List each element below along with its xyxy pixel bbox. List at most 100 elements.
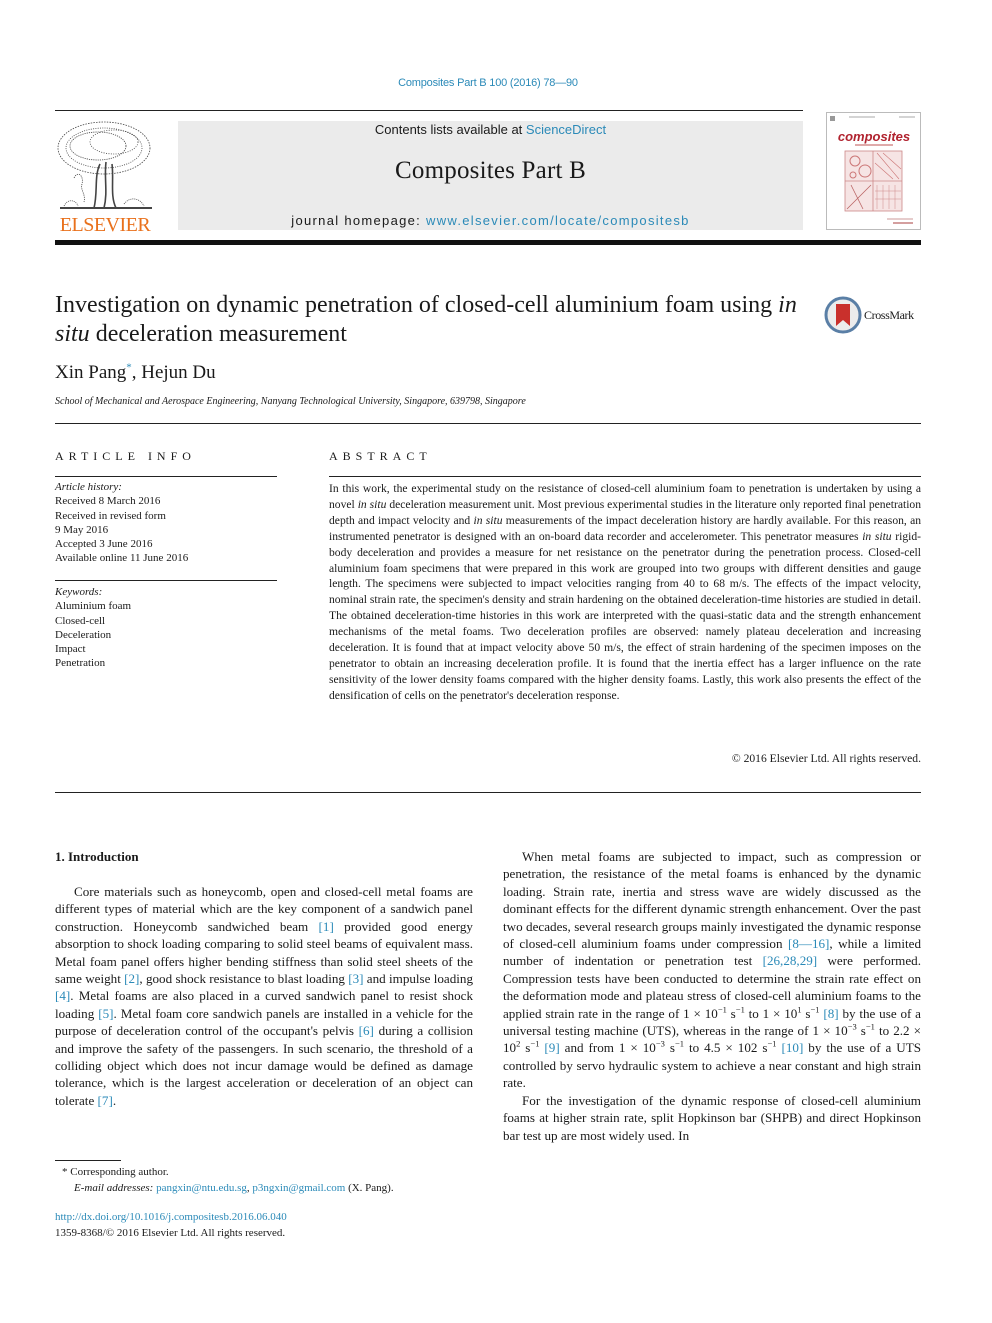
history-item: Received 8 March 2016 bbox=[55, 495, 161, 508]
abstract-italic: in situ bbox=[473, 513, 503, 527]
citation-link[interactable]: [26,28,29] bbox=[763, 953, 818, 968]
abstract-italic: in situ bbox=[862, 529, 892, 543]
header-top-rule bbox=[55, 110, 803, 111]
keywords: Keywords: Aluminium foam Closed-cell Dec… bbox=[55, 585, 277, 671]
history-item: 9 May 2016 bbox=[55, 523, 109, 536]
section-heading-introduction: 1. Introduction bbox=[55, 849, 139, 864]
abstract-italic: in situ bbox=[357, 497, 387, 511]
text: and from 1 × 10 bbox=[559, 1040, 656, 1056]
article-history-label: Article history: bbox=[55, 481, 122, 493]
citation-link[interactable]: [3] bbox=[348, 971, 363, 986]
citation-link[interactable]: [8—16] bbox=[788, 936, 829, 951]
keywords-label: Keywords: bbox=[55, 586, 103, 598]
text: s bbox=[856, 1023, 866, 1039]
keyword-item: Deceleration bbox=[55, 628, 112, 641]
abstract-heading: ABSTRACT bbox=[329, 449, 432, 463]
citation-link[interactable]: [7] bbox=[98, 1093, 113, 1108]
issn-copyright: 1359-8368/© 2016 Elsevier Ltd. All right… bbox=[55, 1226, 286, 1239]
divider bbox=[55, 792, 921, 793]
keyword-item: Aluminium foam bbox=[55, 600, 132, 613]
homepage-link[interactable]: www.elsevier.com/locate/compositesb bbox=[426, 213, 690, 228]
author-name[interactable]: Hejun Du bbox=[141, 362, 215, 383]
text: . bbox=[112, 1092, 117, 1108]
journal-cover-thumbnail[interactable]: composites bbox=[826, 112, 921, 230]
paragraph: For the investigation of the dynamic res… bbox=[503, 1092, 921, 1143]
exponent: −1 bbox=[865, 1021, 875, 1032]
exponent: −1 bbox=[674, 1039, 685, 1050]
journal-name: Composites Part B bbox=[395, 157, 586, 184]
article-title: Investigation on dynamic penetration of … bbox=[55, 291, 815, 349]
crossmark-label: CrossMark bbox=[864, 308, 914, 322]
citation-link[interactable]: [2] bbox=[124, 971, 139, 986]
text: s bbox=[726, 1005, 736, 1021]
corresponding-author-note: * Corresponding author. bbox=[62, 1165, 394, 1181]
text: to 4.5 × 102 s bbox=[684, 1040, 768, 1056]
keyword-item: Impact bbox=[55, 643, 86, 656]
contents-prefix: Contents lists available at bbox=[374, 122, 526, 137]
text: to 1 × 10 bbox=[744, 1005, 798, 1021]
title-text-1: Investigation on dynamic penetration of … bbox=[55, 292, 779, 318]
crossmark-icon bbox=[824, 296, 862, 334]
contents-line: Contents lists available at ScienceDirec… bbox=[178, 122, 803, 137]
history-item: Accepted 3 June 2016 bbox=[55, 538, 153, 551]
corresponding-author-text: Corresponding author. bbox=[67, 1166, 169, 1178]
homepage-prefix: journal homepage: bbox=[291, 213, 426, 228]
keyword-item: Penetration bbox=[55, 657, 106, 670]
journal-header-box: Contents lists available at ScienceDirec… bbox=[178, 121, 803, 230]
citation-link[interactable]: [1] bbox=[319, 919, 334, 934]
history-item: Received in revised form bbox=[55, 509, 166, 522]
email-line: E-mail addresses: pangxin@ntu.edu.sg, p3… bbox=[62, 1181, 394, 1197]
text: , good shock resistance to blast loading bbox=[139, 971, 349, 987]
keyword-item: Closed-cell bbox=[55, 614, 106, 627]
abstract-body: In this work, the experimental study on … bbox=[329, 481, 921, 704]
email-suffix: (X. Pang). bbox=[345, 1181, 394, 1194]
header-bottom-rule bbox=[55, 240, 921, 245]
citation-link[interactable]: [6] bbox=[359, 1023, 374, 1038]
paragraph: Core materials such as honeycomb, open a… bbox=[55, 883, 473, 1109]
abstract-text: rigid-body deceleration and provides a m… bbox=[329, 529, 921, 702]
author-name[interactable]: Xin Pang bbox=[55, 362, 126, 383]
abstract-copyright: © 2016 Elsevier Ltd. All rights reserved… bbox=[731, 752, 921, 765]
exponent: −1 bbox=[810, 1004, 820, 1015]
divider bbox=[329, 476, 921, 477]
article-history: Article history: Received 8 March 2016 R… bbox=[55, 480, 277, 566]
body-column-right: When metal foams are subjected to impact… bbox=[503, 848, 921, 1144]
email-label: E-mail addresses: bbox=[74, 1181, 154, 1194]
doi-block: http://dx.doi.org/10.1016/j.compositesb.… bbox=[55, 1210, 287, 1241]
email-link[interactable]: pangxin@ntu.edu.sg bbox=[156, 1182, 247, 1194]
footnote-rule bbox=[55, 1160, 121, 1161]
author-list: Xin Pang*, Hejun Du bbox=[55, 362, 216, 384]
title-text-2: deceleration measurement bbox=[89, 321, 347, 347]
citation-link[interactable]: [10] bbox=[781, 1040, 803, 1055]
divider bbox=[55, 476, 277, 477]
text: and impulse loading bbox=[363, 971, 474, 987]
article-info-heading: ARTICLE INFO bbox=[55, 449, 196, 463]
elsevier-tree-icon bbox=[57, 121, 152, 209]
homepage-line: journal homepage: www.elsevier.com/locat… bbox=[178, 213, 803, 228]
citation-link[interactable]: [4] bbox=[55, 988, 70, 1003]
divider bbox=[55, 423, 921, 424]
email-link[interactable]: p3ngxin@gmail.com bbox=[252, 1182, 345, 1194]
exponent: −1 bbox=[717, 1004, 727, 1015]
citation-link[interactable]: [9] bbox=[544, 1040, 559, 1055]
elsevier-logo[interactable]: ELSEVIER bbox=[54, 118, 156, 236]
crossmark-button[interactable]: CrossMark bbox=[824, 296, 924, 334]
exponent: −3 bbox=[847, 1021, 857, 1032]
affiliation: School of Mechanical and Aerospace Engin… bbox=[55, 396, 526, 407]
footnote: * Corresponding author. E-mail addresses… bbox=[62, 1165, 394, 1196]
exponent: −3 bbox=[655, 1039, 665, 1050]
doi-link[interactable]: http://dx.doi.org/10.1016/j.compositesb.… bbox=[55, 1211, 287, 1223]
citation-link[interactable]: [5] bbox=[98, 1006, 113, 1021]
divider bbox=[55, 580, 277, 581]
journal-citation-link[interactable]: Composites Part B 100 (2016) 78—90 bbox=[0, 77, 976, 89]
paragraph: When metal foams are subjected to impact… bbox=[503, 848, 921, 1092]
exponent: −1 bbox=[735, 1004, 745, 1015]
text: s bbox=[520, 1040, 531, 1056]
body-column-left: Core materials such as honeycomb, open a… bbox=[55, 883, 473, 1109]
elsevier-wordmark: ELSEVIER bbox=[59, 214, 151, 236]
author-separator: , bbox=[131, 362, 142, 383]
history-item: Available online 11 June 2016 bbox=[55, 552, 189, 565]
sciencedirect-link[interactable]: ScienceDirect bbox=[526, 122, 606, 137]
text: s bbox=[664, 1040, 675, 1056]
citation-link[interactable]: [8] bbox=[823, 1006, 838, 1021]
